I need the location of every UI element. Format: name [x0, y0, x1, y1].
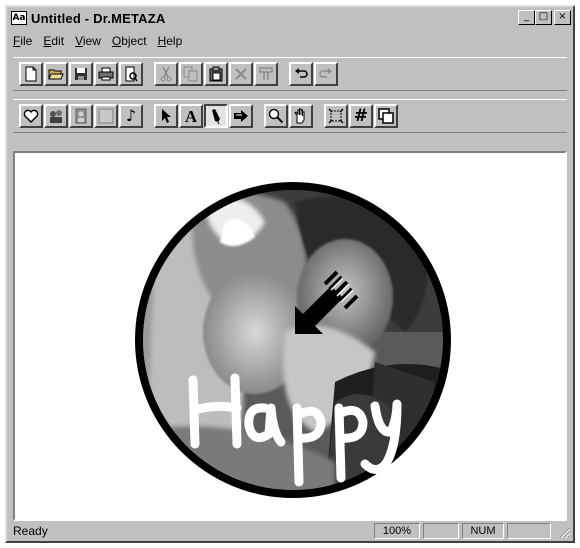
scroll-indicator [507, 523, 551, 539]
copy-icon [183, 66, 198, 82]
fit-window-button[interactable] [324, 104, 348, 128]
paste-icon [209, 66, 223, 82]
open-folder-icon [48, 69, 64, 80]
save-disk-icon [75, 68, 87, 80]
menu-help[interactable]: Help [158, 34, 183, 48]
toolbar-separator [254, 103, 264, 129]
standard-toolbar [13, 57, 567, 91]
title-bar[interactable]: Aa Untitled - Dr.METAZA _ □ × [7, 7, 573, 29]
maximize-button[interactable]: □ [535, 10, 552, 25]
redo-icon [319, 68, 332, 78]
frame-icon [98, 108, 114, 124]
toolbar-separator [279, 61, 289, 87]
drawing-canvas[interactable] [13, 151, 567, 521]
window-title: Untitled - Dr.METAZA [31, 10, 166, 26]
paste-button[interactable] [204, 62, 228, 86]
zoom-button[interactable] [264, 104, 288, 128]
music-button[interactable]: ♪ [119, 104, 143, 128]
undo-icon [295, 68, 308, 78]
new-button[interactable] [19, 62, 43, 86]
save-button[interactable] [69, 62, 93, 86]
redo-button[interactable] [314, 62, 338, 86]
stamp-arrow-icon [234, 110, 248, 122]
clipart-icon [50, 110, 62, 123]
menu-bar: File Edit View Object Help [7, 31, 573, 51]
properties-icon [259, 67, 273, 80]
status-message: Ready [13, 524, 48, 538]
tools-toolbar: ♪ A # [13, 99, 567, 133]
pen-tool-icon [212, 109, 220, 124]
toolbar-separator [144, 61, 154, 87]
grid-icon: # [353, 105, 369, 126]
picture-icon [75, 108, 87, 124]
print-button[interactable] [94, 62, 118, 86]
hand-pan-icon [294, 108, 305, 124]
stamp-arrow-button[interactable] [229, 104, 253, 128]
copy-button[interactable] [179, 62, 203, 86]
menu-view[interactable]: View [75, 34, 101, 48]
app-window: Aa Untitled - Dr.METAZA _ □ × File Edit … [5, 5, 575, 543]
delete-button[interactable] [229, 62, 253, 86]
picture-button[interactable] [69, 104, 93, 128]
undo-button[interactable] [289, 62, 313, 86]
delete-icon [235, 68, 247, 80]
select-arrow-icon [162, 109, 171, 123]
zoom-icon [268, 108, 284, 124]
print-icon [98, 67, 114, 81]
toolbar-separator [314, 103, 324, 129]
pen-tool-button[interactable] [204, 104, 228, 128]
print-preview-button[interactable] [119, 62, 143, 86]
resize-grip-icon[interactable] [559, 527, 571, 539]
layers-button[interactable] [374, 104, 398, 128]
new-document-icon [25, 66, 37, 82]
music-note-icon: ♪ [125, 106, 137, 125]
cut-button[interactable] [154, 62, 178, 86]
open-button[interactable] [44, 62, 68, 86]
print-preview-icon [125, 66, 138, 82]
clipart-button[interactable] [44, 104, 68, 128]
fit-window-icon [328, 108, 344, 124]
properties-button[interactable] [254, 62, 278, 86]
minimize-button[interactable]: _ [518, 10, 535, 25]
menu-file[interactable]: File [13, 34, 32, 48]
status-bar: Ready 100% NUM [7, 521, 573, 541]
text-tool-icon: A [184, 106, 198, 126]
heart-shape-icon [23, 109, 39, 123]
frame-button[interactable] [94, 104, 118, 128]
layers-icon [378, 108, 394, 124]
num-indicator: NUM [462, 523, 504, 539]
menu-object[interactable]: Object [112, 34, 147, 48]
cut-icon [160, 66, 172, 82]
menu-edit[interactable]: Edit [43, 34, 64, 48]
toolbar-separator [144, 103, 154, 129]
photo-frame[interactable] [135, 182, 451, 498]
app-icon[interactable]: Aa [11, 11, 27, 25]
close-button[interactable]: × [554, 10, 571, 25]
zoom-level: 100% [374, 523, 420, 539]
select-button[interactable] [154, 104, 178, 128]
heart-shape-button[interactable] [19, 104, 43, 128]
hand-pan-button[interactable] [289, 104, 313, 128]
grid-button[interactable]: # [349, 104, 373, 128]
text-tool-button[interactable]: A [179, 104, 203, 128]
caps-indicator [423, 523, 459, 539]
